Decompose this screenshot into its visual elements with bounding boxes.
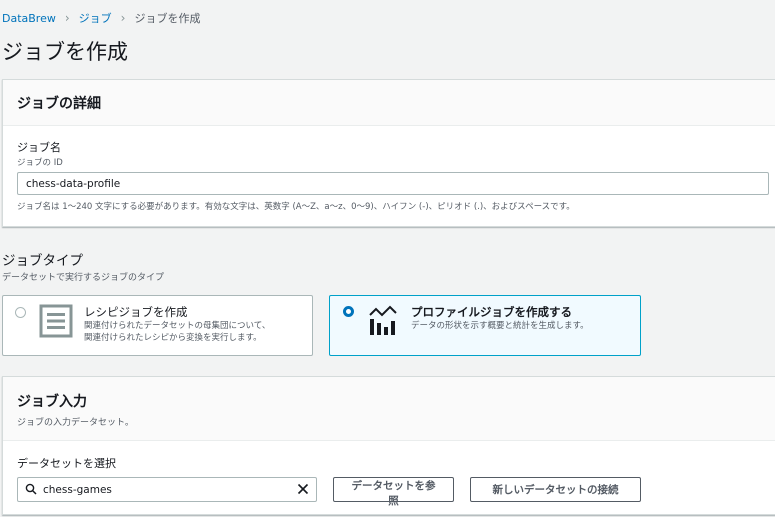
job-details-title: ジョブの詳細 (17, 95, 101, 112)
job-name-label: ジョブ名 (17, 141, 61, 154)
browse-datasets-button[interactable]: データセットを参照 (333, 477, 454, 507)
job-input-title: ジョブ入力 (17, 394, 87, 410)
job-name-input[interactable] (17, 172, 769, 195)
job-name-sublabel: ジョブの ID (17, 158, 63, 168)
page-title: ジョブを作成 (2, 40, 128, 64)
breadcrumb-link-jobs[interactable]: ジョブ (79, 10, 112, 26)
job-type-tile-recipe[interactable]: レシピジョブを作成 関連付けられたデータセットの母集団について、 関連付けられた… (2, 295, 313, 356)
job-type-description: データセットで実行するジョブのタイプ (2, 273, 165, 283)
recipe-job-desc-line1: 関連付けられたデータセットの母集団について、 (84, 321, 271, 331)
job-type-title: ジョブタイプ (2, 253, 83, 269)
breadcrumb: DataBrew › ジョブ › ジョブを作成 (2, 10, 200, 26)
job-input-header: ジョブ入力 ジョブの入力データセット。 (3, 377, 775, 441)
chevron-right-icon: › (120, 11, 126, 25)
search-icon (25, 480, 37, 499)
dataset-search-input[interactable] (43, 483, 297, 496)
profile-job-desc-line1: データの形状を示す概要と統計を生成します。 (411, 321, 589, 331)
chevron-right-icon: › (64, 11, 70, 25)
job-input-description: ジョブの入力データセット。 (17, 418, 134, 428)
job-type-tile-profile[interactable]: プロファイルジョブを作成する データの形状を示す概要と統計を生成します。 (329, 295, 641, 356)
job-details-header: ジョブの詳細 (3, 80, 775, 126)
job-input-panel: ジョブ入力 ジョブの入力データセット。 データセットを選択 chess-game… (2, 376, 775, 515)
dataset-search-box[interactable] (17, 477, 317, 502)
recipe-job-desc-line2: 関連付けられたレシピから変換を実行します。 (84, 333, 262, 343)
profile-job-description: データの形状を示す概要と統計を生成します。 (411, 320, 589, 332)
profile-job-radio[interactable] (343, 306, 354, 317)
recipe-list-icon (39, 304, 73, 342)
breadcrumb-current: ジョブを作成 (134, 12, 201, 25)
dataset-select-label: データセットを選択 (17, 457, 116, 470)
recipe-job-title: レシピジョブを作成 (84, 305, 188, 319)
recipe-job-description: 関連付けられたデータセットの母集団について、 関連付けられたレシピから変換を実行… (84, 320, 270, 344)
recipe-job-radio[interactable] (15, 307, 26, 318)
profile-chart-icon (368, 305, 398, 341)
clear-icon[interactable] (297, 480, 309, 499)
connect-new-dataset-button[interactable]: 新しいデータセットの接続 (470, 477, 641, 502)
breadcrumb-link-databrew[interactable]: DataBrew (2, 12, 56, 25)
job-name-hint: ジョブ名は 1〜240 文字にする必要があります。有効な文字は、英数字 (A〜Z… (17, 202, 575, 212)
profile-job-title: プロファイルジョブを作成する (411, 305, 572, 319)
job-details-panel: ジョブの詳細 ジョブ名 ジョブの ID ジョブ名は 1〜240 文字にする必要が… (2, 79, 775, 227)
